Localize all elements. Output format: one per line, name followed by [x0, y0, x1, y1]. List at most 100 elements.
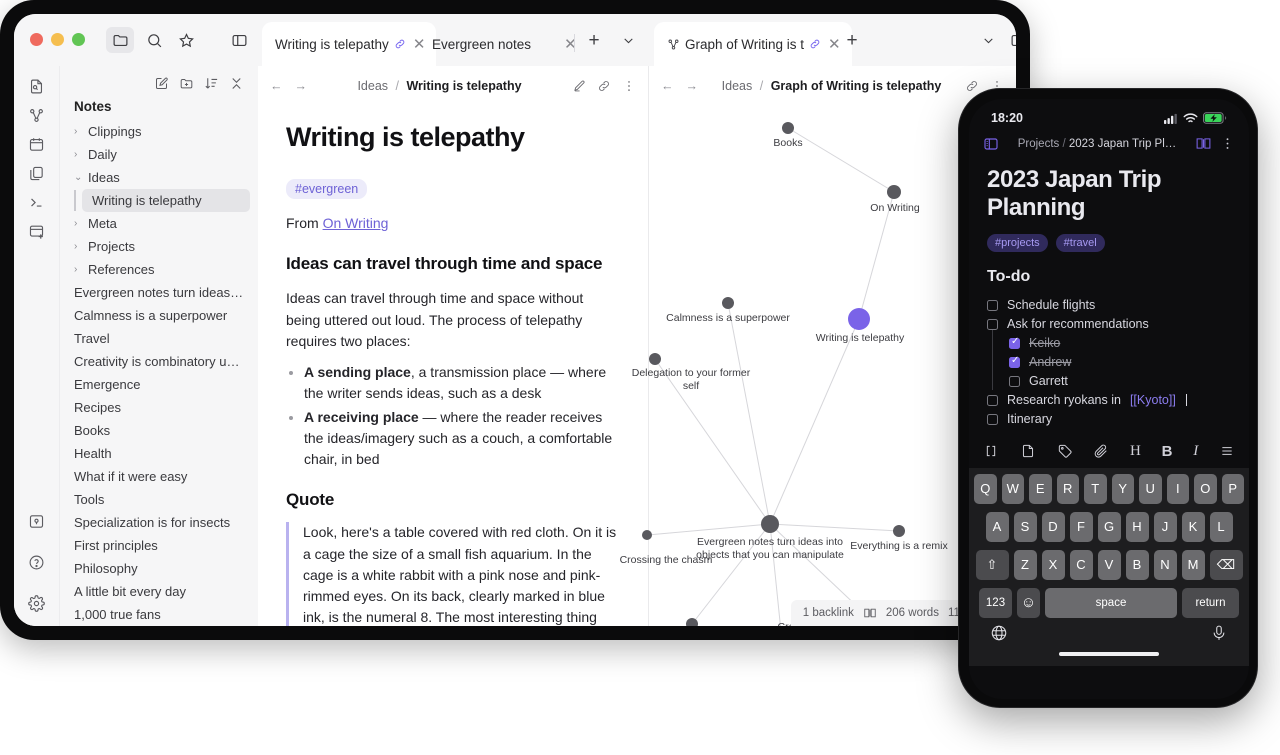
todo-checkbox[interactable]	[987, 413, 998, 425]
space-key[interactable]: space	[1045, 587, 1177, 618]
vault-icon[interactable]	[28, 513, 45, 530]
todo-checkbox[interactable]	[1009, 375, 1020, 387]
numbers-key[interactable]: 123	[979, 587, 1012, 618]
more-icon[interactable]	[1220, 136, 1235, 151]
file-item[interactable]: Writing is telepathy	[74, 189, 250, 212]
tag-evergreen[interactable]: #evergreen	[286, 179, 368, 199]
file-item[interactable]: Travel	[60, 327, 258, 350]
file-item[interactable]: Health	[60, 442, 258, 465]
key-v[interactable]: V	[1097, 549, 1121, 580]
window-traffic-lights[interactable]	[30, 33, 85, 46]
key-e[interactable]: E	[1029, 473, 1052, 504]
file-item[interactable]: Books	[60, 419, 258, 442]
key-f[interactable]: F	[1069, 511, 1093, 542]
wikilink-kyoto[interactable]: [[Kyoto]]	[1130, 393, 1176, 407]
link-icon[interactable]	[597, 79, 611, 93]
graph-node[interactable]	[686, 618, 698, 626]
chevron-right-icon[interactable]: ›	[74, 241, 82, 252]
reading-mode-icon[interactable]	[1195, 135, 1212, 152]
file-item[interactable]: Creativity is combinatory u…	[60, 350, 258, 373]
key-n[interactable]: N	[1153, 549, 1177, 580]
todo-item[interactable]: Andrew	[987, 348, 1231, 372]
key-k[interactable]: K	[1181, 511, 1205, 542]
tab-graph-of-writing-is-telepathy[interactable]: Graph of Writing is t ✕	[654, 22, 852, 66]
graph-node[interactable]	[887, 185, 901, 199]
keyboard-row-2[interactable]: ASDFGHJKL	[974, 511, 1244, 542]
calendar-icon[interactable]	[28, 136, 45, 153]
back-button[interactable]: ←	[270, 79, 283, 93]
settings-icon[interactable]	[28, 595, 45, 612]
link-icon[interactable]	[394, 38, 406, 50]
key-y[interactable]: Y	[1111, 473, 1134, 504]
new-folder-icon[interactable]	[179, 76, 194, 91]
left-sidebar-icon[interactable]	[983, 136, 999, 152]
file-item[interactable]: Emergence	[60, 373, 258, 396]
key-l[interactable]: L	[1209, 511, 1233, 542]
backspace-key[interactable]: ⌫	[1209, 549, 1243, 580]
key-d[interactable]: D	[1041, 511, 1065, 542]
key-m[interactable]: M	[1181, 549, 1205, 580]
forward-button[interactable]: →	[295, 79, 308, 93]
keyboard-row-3[interactable]: ⇧ ZXCVBNM ⌫	[974, 549, 1244, 580]
chevron-down-icon[interactable]: ⌄	[74, 172, 82, 183]
left-sidebar-toggle-icon[interactable]	[225, 27, 253, 53]
brackets-icon[interactable]	[983, 443, 999, 459]
attachment-icon[interactable]	[1093, 443, 1109, 459]
new-note-icon[interactable]	[1020, 443, 1036, 459]
shift-key[interactable]: ⇧	[975, 549, 1009, 580]
key-b[interactable]: B	[1125, 549, 1149, 580]
key-z[interactable]: Z	[1013, 549, 1037, 580]
search-icon[interactable]	[140, 27, 168, 53]
todo-item[interactable]: Keiko	[987, 329, 1231, 353]
italic-icon[interactable]: I	[1193, 443, 1198, 460]
folder-item[interactable]: › Projects	[60, 235, 258, 258]
keyboard-accessory-toolbar[interactable]: H B I	[969, 434, 1249, 468]
keyboard-row-1[interactable]: QWERTYUIOP	[974, 473, 1244, 504]
file-item[interactable]: A little bit every day	[60, 580, 258, 603]
emoji-key[interactable]: ☺	[1017, 587, 1040, 618]
graph-icon[interactable]	[28, 107, 45, 124]
graph-node[interactable]	[848, 308, 870, 330]
key-h[interactable]: H	[1125, 511, 1149, 542]
pages-icon[interactable]	[28, 165, 45, 182]
star-icon[interactable]	[172, 27, 200, 53]
key-w[interactable]: W	[1001, 473, 1024, 504]
file-item[interactable]: 1,000 true fans	[60, 603, 258, 626]
new-tab-icon[interactable]	[28, 223, 45, 240]
folder-icon[interactable]	[106, 27, 134, 53]
todo-item[interactable]: Schedule flights	[987, 296, 1231, 315]
tab-evergreen-notes[interactable]: Evergreen notes ✕	[419, 22, 588, 66]
note-nav-buttons[interactable]: ← →	[270, 79, 307, 93]
return-key[interactable]: return	[1182, 587, 1239, 618]
graph-node[interactable]	[761, 515, 779, 533]
file-item[interactable]: First principles	[60, 534, 258, 557]
minimize-window-button[interactable]	[51, 33, 64, 46]
link-icon[interactable]	[965, 79, 979, 93]
todo-checkbox[interactable]	[987, 318, 998, 330]
new-note-icon[interactable]	[154, 76, 169, 91]
file-search-icon[interactable]	[28, 78, 45, 95]
breadcrumb-parent[interactable]: Ideas	[357, 79, 388, 93]
close-window-button[interactable]	[30, 33, 43, 46]
close-tab-button[interactable]: ✕	[562, 37, 579, 52]
graph-node[interactable]	[722, 297, 734, 309]
key-a[interactable]: A	[985, 511, 1009, 542]
file-item[interactable]: What if it were easy	[60, 465, 258, 488]
heading-icon[interactable]: H	[1130, 443, 1141, 460]
key-r[interactable]: R	[1056, 473, 1079, 504]
keyboard-letters-row-3[interactable]: ZXCVBNM	[1013, 549, 1205, 580]
link-icon[interactable]	[809, 38, 821, 50]
phone-tag[interactable]: #travel	[1055, 233, 1105, 252]
forward-button[interactable]: →	[686, 79, 699, 93]
todo-checkbox[interactable]	[1009, 355, 1020, 368]
phone-tag[interactable]: #projects	[987, 233, 1048, 252]
tag-icon[interactable]	[1057, 443, 1073, 459]
right-sidebar-toggle-icon[interactable]	[1004, 27, 1016, 53]
backlink-count[interactable]: 1 backlink	[803, 607, 854, 619]
help-icon[interactable]	[28, 554, 45, 571]
graph-node[interactable]	[642, 530, 652, 540]
globe-icon[interactable]	[990, 624, 1008, 642]
folder-item[interactable]: › Clippings	[60, 120, 258, 143]
file-item[interactable]: Recipes	[60, 396, 258, 419]
todo-item[interactable]: Ask for recommendations	[987, 315, 1231, 334]
